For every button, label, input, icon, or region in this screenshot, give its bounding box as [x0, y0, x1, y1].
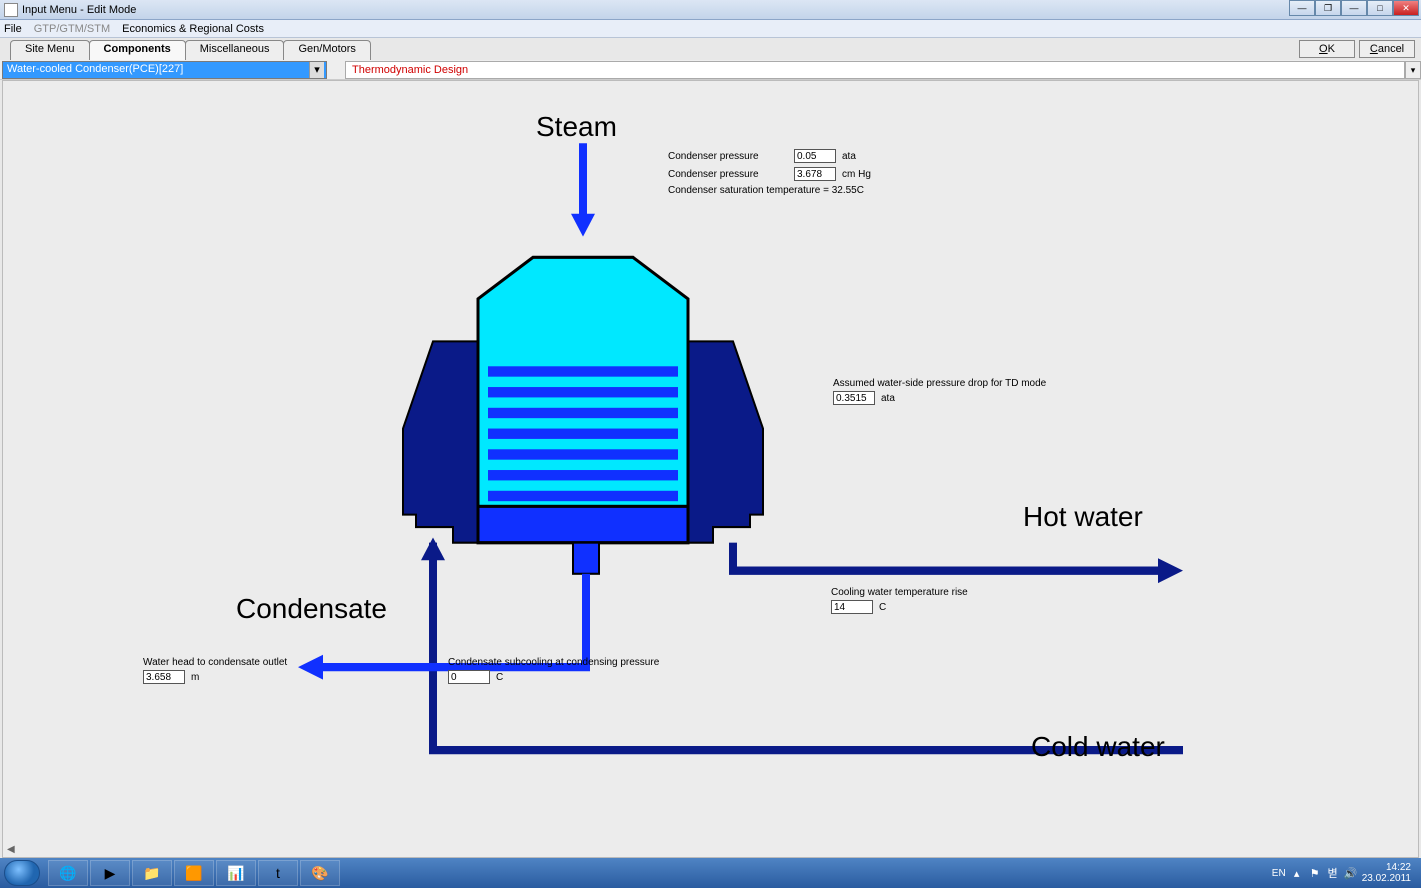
design-dropdown[interactable]: ▾ [1405, 61, 1421, 79]
tray-volume-icon[interactable]: 🔊 [1344, 866, 1358, 880]
cw-rise-input[interactable] [831, 600, 873, 614]
cw-rise-label: Cooling water temperature rise [831, 587, 968, 598]
taskbar: 🌐 ▶ 📁 🟧 📊 t 🎨 EN ▴ ⚑ 볃 🔊 14:22 23.02.201… [0, 858, 1421, 888]
taskbar-ie-icon[interactable]: 🌐 [48, 860, 88, 886]
taskbar-excel-icon[interactable]: 📊 [216, 860, 256, 886]
main-canvas: Steam Condensate Hot water Cold water Co… [2, 80, 1419, 858]
menu-bar: File GTP/GTM/STM Economics & Regional Co… [0, 20, 1421, 38]
cond-pressure-ata-unit: ata [842, 151, 856, 162]
minimize2-button[interactable]: — [1341, 0, 1367, 16]
ok-button[interactable]: OK [1299, 40, 1355, 58]
tab-row: Site Menu Components Miscellaneous Gen/M… [0, 38, 1421, 60]
tray-up-icon[interactable]: ▴ [1290, 866, 1304, 880]
cond-pressure-ata-input[interactable] [794, 149, 836, 163]
cond-pressure-cmhg-label: Condenser pressure [668, 169, 788, 180]
water-head-label: Water head to condensate outlet [143, 657, 287, 668]
app-icon [4, 3, 18, 17]
assumed-drop-unit: ata [881, 393, 895, 404]
scroll-left-icon[interactable]: ◀ [7, 844, 15, 855]
taskbar-paint-icon[interactable]: 🎨 [300, 860, 340, 886]
tray-network-icon[interactable]: 볃 [1326, 866, 1340, 880]
cancel-button[interactable]: Cancel [1359, 40, 1415, 58]
close-button[interactable]: ✕ [1393, 0, 1419, 16]
cw-rise-group: Cooling water temperature rise C [831, 585, 968, 616]
minimize-button[interactable]: — [1289, 0, 1315, 16]
menu-gtp[interactable]: GTP/GTM/STM [34, 23, 110, 35]
taskbar-media-icon[interactable]: ▶ [90, 860, 130, 886]
water-head-input[interactable] [143, 670, 185, 684]
cold-water-label: Cold water [1031, 731, 1165, 763]
start-button[interactable] [4, 860, 40, 886]
taskbar-explorer-icon[interactable]: 📁 [132, 860, 172, 886]
assumed-drop-label: Assumed water-side pressure drop for TD … [833, 378, 1046, 389]
cond-pressure-cmhg-input[interactable] [794, 167, 836, 181]
condenser-diagram [3, 81, 1418, 857]
menu-file[interactable]: File [4, 23, 22, 35]
tray-time: 14:22 [1362, 862, 1411, 873]
hot-water-label: Hot water [1023, 501, 1143, 533]
tool-row: Water-cooled Condenser(PCE)[227] Thermod… [0, 60, 1421, 80]
condensate-label: Condensate [236, 593, 387, 625]
dialog-buttons: OK Cancel [1299, 40, 1415, 58]
condenser-pressure-group: Condenser pressure ata Condenser pressur… [668, 147, 871, 196]
maximize-button[interactable]: □ [1367, 0, 1393, 16]
water-head-unit: m [191, 672, 199, 683]
cond-pressure-ata-label: Condenser pressure [668, 151, 788, 162]
tab-site-menu[interactable]: Site Menu [10, 40, 90, 60]
subcooling-unit: C [496, 672, 503, 683]
restore-button[interactable]: ❐ [1315, 0, 1341, 16]
assumed-drop-input[interactable] [833, 391, 875, 405]
assumed-drop-group: Assumed water-side pressure drop for TD … [833, 376, 1046, 407]
component-combo[interactable]: Water-cooled Condenser(PCE)[227] [2, 61, 327, 79]
taskbar-tflex-icon[interactable]: t [258, 860, 298, 886]
system-tray: EN ▴ ⚑ 볃 🔊 14:22 23.02.2011 [1272, 862, 1417, 884]
saturation-temp-text: Condenser saturation temperature = 32.55… [668, 185, 871, 196]
steam-label: Steam [536, 111, 617, 143]
tab-miscellaneous[interactable]: Miscellaneous [185, 40, 285, 60]
tab-gen-motors[interactable]: Gen/Motors [283, 40, 370, 60]
title-bar: Input Menu - Edit Mode — ❐ — □ ✕ [0, 0, 1421, 20]
tray-lang[interactable]: EN [1272, 868, 1286, 879]
subcooling-input[interactable] [448, 670, 490, 684]
subcooling-group: Condensate subcooling at condensing pres… [448, 655, 659, 686]
tray-flag-icon[interactable]: ⚑ [1308, 866, 1322, 880]
tray-clock[interactable]: 14:22 23.02.2011 [1362, 862, 1411, 884]
menu-economics[interactable]: Economics & Regional Costs [122, 23, 264, 35]
taskbar-app1-icon[interactable]: 🟧 [174, 860, 214, 886]
tab-components[interactable]: Components [89, 40, 186, 60]
water-head-group: Water head to condensate outlet m [143, 655, 287, 686]
design-label: Thermodynamic Design [345, 61, 1405, 79]
window-controls: — ❐ — □ ✕ [1289, 0, 1419, 16]
cond-pressure-cmhg-unit: cm Hg [842, 169, 871, 180]
window-title: Input Menu - Edit Mode [22, 4, 136, 16]
subcooling-label: Condensate subcooling at condensing pres… [448, 657, 659, 668]
tray-date: 23.02.2011 [1362, 873, 1411, 884]
cw-rise-unit: C [879, 602, 886, 613]
